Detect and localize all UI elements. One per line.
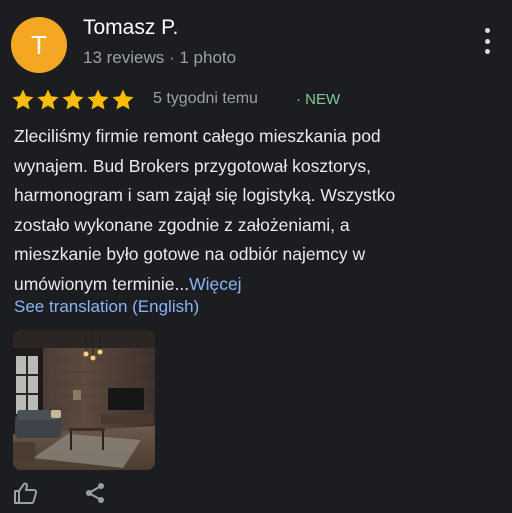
review-text-line: wynajem. Bud Brokers przygotował kosztor… (14, 155, 371, 176)
star-icon (112, 89, 134, 110)
star-icon (62, 89, 84, 110)
more-link[interactable]: Więcej (189, 274, 242, 294)
see-translation-link[interactable]: See translation (English) (14, 297, 199, 317)
thumb-up-icon[interactable] (13, 481, 39, 510)
review-text-end: umówionym terminie... (14, 273, 190, 294)
star-icon (12, 89, 34, 110)
star-icon (87, 89, 109, 110)
new-badge: · NEW (296, 91, 341, 108)
more-dot (484, 38, 490, 44)
more-dot (484, 49, 490, 54)
share-icon[interactable] (83, 481, 107, 510)
review-text-line: harmonogram i sam zajął się logistyką. W… (14, 185, 396, 205)
review-photo[interactable] (13, 330, 155, 470)
author-meta: 13 reviews · 1 photo (83, 48, 237, 67)
star-icon (37, 89, 59, 110)
review-time: 5 tygodni temu (153, 90, 258, 107)
more-dot (484, 28, 490, 33)
review-text-line-last: umówionym terminie...Więcej (14, 270, 504, 300)
review-text-line: Zleciliśmy firmie remont całego mieszkan… (14, 126, 381, 146)
avatar[interactable]: T (11, 17, 67, 73)
avatar-letter: T (31, 29, 47, 60)
author-name[interactable]: Tomasz P. (83, 16, 178, 40)
review-text-line: zostało wykonane zgodnie z założeniami, … (14, 214, 350, 235)
review-card: T Tomasz P. 13 reviews · 1 photo 5 tygod… (0, 0, 512, 513)
more-vert-icon[interactable] (476, 28, 498, 54)
review-text-line: mieszkanie było gotowe na odbiór najemcy… (14, 244, 366, 264)
review-text: Zleciliśmy firmie remont całego mieszkan… (14, 122, 504, 299)
living-room-photo (13, 330, 155, 470)
star-rating (11, 88, 136, 112)
